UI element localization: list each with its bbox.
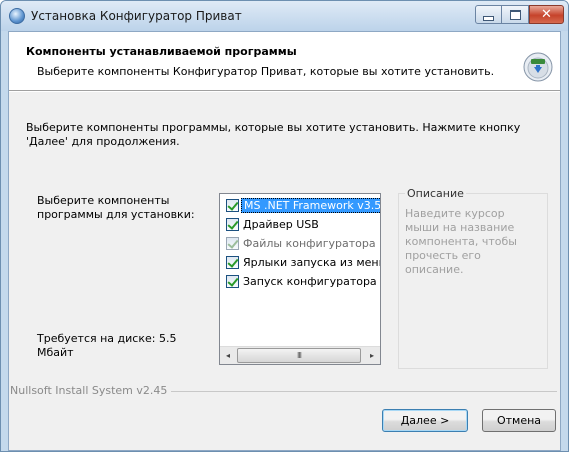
close-icon: ✕ bbox=[541, 7, 552, 22]
header-divider bbox=[9, 91, 560, 92]
cancel-button[interactable]: Отмена bbox=[482, 409, 556, 432]
description-text: Наведите курсор мыши на название компоне… bbox=[405, 207, 517, 276]
scroll-left-icon[interactable]: ◂ bbox=[220, 347, 236, 363]
minimize-button[interactable] bbox=[475, 5, 502, 24]
page-title: Компоненты устанавливаемой программы bbox=[26, 45, 297, 58]
component-checkbox[interactable] bbox=[226, 275, 239, 288]
component-item-run-configurator[interactable]: Запуск конфигуратора bbox=[226, 273, 377, 290]
component-label: Запуск конфигуратора bbox=[243, 275, 377, 288]
description-legend: Описание bbox=[405, 187, 466, 200]
component-label: MS .NET Framework v3.5 bbox=[241, 198, 380, 213]
component-checkbox[interactable] bbox=[226, 256, 239, 269]
maximize-button[interactable] bbox=[502, 5, 529, 24]
title-bar[interactable]: Установка Конфигуратор Приват ✕ bbox=[1, 1, 568, 31]
component-item-menu-shortcuts[interactable]: Ярлыки запуска из меню bbox=[226, 254, 381, 271]
nsis-branding: Nullsoft Install System v2.45 bbox=[10, 384, 172, 397]
next-button[interactable]: Далее > bbox=[382, 409, 468, 432]
component-checkbox[interactable] bbox=[226, 199, 239, 212]
component-checkbox bbox=[226, 237, 239, 250]
horizontal-scrollbar[interactable]: ◂ III ▸ bbox=[220, 346, 380, 364]
window-title: Установка Конфигуратор Приват bbox=[31, 9, 242, 23]
component-label: Драйвер USB bbox=[243, 218, 319, 231]
component-label: Ярлыки запуска из меню bbox=[243, 256, 381, 269]
scrollbar-thumb[interactable]: III bbox=[237, 348, 361, 363]
component-item-usb-driver[interactable]: Драйвер USB bbox=[226, 216, 319, 233]
choose-components-label: Выберите компоненты программы для устано… bbox=[37, 194, 195, 221]
scroll-right-icon[interactable]: ▸ bbox=[364, 347, 380, 363]
installer-window: Установка Конфигуратор Приват ✕ Компонен… bbox=[0, 0, 569, 452]
component-item-config-files: Файлы конфигуратора bbox=[226, 235, 376, 252]
component-label: Файлы конфигуратора bbox=[243, 237, 376, 250]
maximize-icon bbox=[509, 9, 521, 20]
page-subtitle: Выберите компоненты Конфигуратор Приват,… bbox=[37, 65, 495, 78]
intro-text: Выберите компоненты программы, которые в… bbox=[26, 121, 521, 148]
page-header: Компоненты устанавливаемой программы Выб… bbox=[9, 32, 560, 91]
component-item-dotnet[interactable]: MS .NET Framework v3.5 bbox=[226, 197, 380, 214]
installer-page: Компоненты устанавливаемой программы Выб… bbox=[8, 31, 561, 451]
close-button[interactable]: ✕ bbox=[529, 5, 564, 24]
installer-app-icon bbox=[9, 8, 25, 24]
installer-logo-icon bbox=[523, 52, 553, 82]
space-required-text: Требуется на диске: 5.5 Мбайт bbox=[37, 332, 177, 359]
component-checkbox[interactable] bbox=[226, 218, 239, 231]
minimize-icon bbox=[483, 15, 494, 21]
components-list[interactable]: MS .NET Framework v3.5 Драйвер USB Файлы… bbox=[219, 193, 381, 365]
